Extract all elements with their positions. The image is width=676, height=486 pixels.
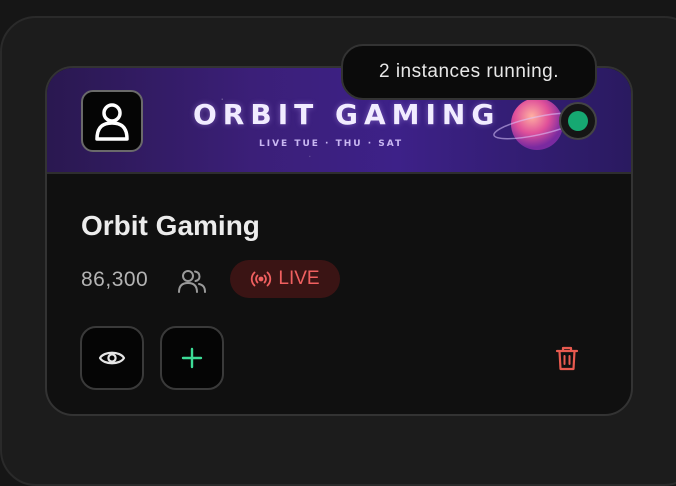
users-icon [178, 270, 206, 293]
live-label: LIVE [278, 268, 320, 289]
trash-icon [555, 346, 579, 371]
banner-subtitle: LIVE TUE · THU · SAT [259, 139, 404, 149]
live-badge: LIVE [230, 260, 340, 298]
avatar [81, 90, 143, 152]
online-status-indicator [559, 102, 597, 140]
viewer-count: 86,300 [81, 268, 149, 291]
instances-tooltip: 2 instances running. [341, 44, 597, 100]
delete-button[interactable] [547, 338, 587, 378]
status-dot [568, 111, 588, 131]
eye-icon [98, 351, 126, 365]
channel-card: ORBIT GAMING LIVE TUE · THU · SAT Orbit … [45, 66, 633, 416]
channel-name: Orbit Gaming [81, 210, 260, 241]
user-icon [95, 103, 129, 141]
view-button[interactable] [80, 326, 144, 390]
banner-title: ORBIT GAMING [193, 98, 501, 131]
add-button[interactable] [160, 326, 224, 390]
broadcast-icon [251, 271, 272, 287]
plus-icon [181, 347, 203, 369]
